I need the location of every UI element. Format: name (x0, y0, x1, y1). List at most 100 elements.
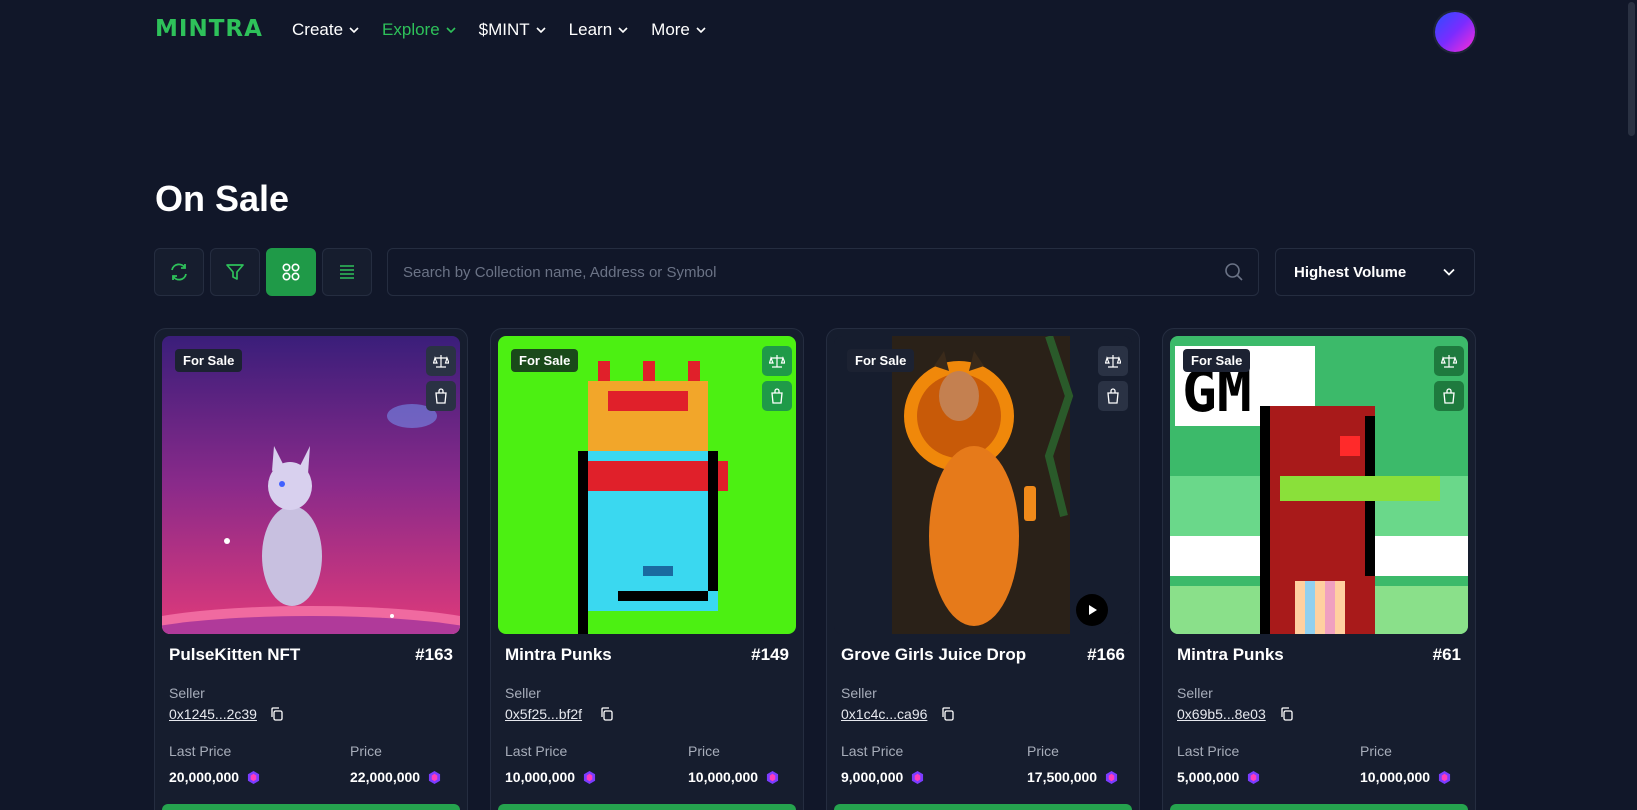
cart-button[interactable] (762, 381, 792, 411)
refresh-button[interactable] (154, 248, 204, 296)
search-input[interactable] (403, 249, 1203, 295)
last-price-value: 10,000,000 (505, 769, 596, 785)
buy-button[interactable] (162, 804, 460, 810)
copy-icon[interactable] (941, 707, 955, 721)
filter-button[interactable] (210, 248, 260, 296)
search-icon[interactable] (1224, 262, 1244, 282)
chevron-down-icon (618, 27, 628, 34)
copy-icon[interactable] (1280, 707, 1294, 721)
buy-button[interactable] (1170, 804, 1468, 810)
pulse-token-icon (248, 770, 260, 784)
nft-collection-name[interactable]: Mintra Punks (1177, 645, 1284, 665)
nav-more[interactable]: More (651, 20, 706, 40)
for-sale-badge: For Sale (175, 349, 243, 372)
seller-address-link[interactable]: 0x69b5...8e03 (1177, 706, 1266, 722)
nav-explore[interactable]: Explore (382, 20, 456, 40)
last-price-value: 5,000,000 (1177, 769, 1260, 785)
price-label: Price (1027, 743, 1059, 759)
pulse-token-icon (1248, 770, 1260, 784)
buy-button[interactable] (834, 804, 1132, 810)
price-label: Price (688, 743, 720, 759)
last-price-label: Last Price (1177, 743, 1240, 759)
price-amount: 17,500,000 (1027, 769, 1098, 785)
scale-icon (1441, 355, 1457, 368)
nft-collection-name[interactable]: Grove Girls Juice Drop (841, 645, 1026, 665)
seller-address-link[interactable]: 0x1c4c...ca96 (841, 706, 927, 722)
cart-button[interactable] (1098, 381, 1128, 411)
copy-icon[interactable] (600, 707, 614, 721)
price-value: 10,000,000 (1360, 769, 1451, 785)
scrollbar-thumb[interactable] (1628, 2, 1635, 136)
for-sale-badge: For Sale (1183, 349, 1251, 372)
kitten-in-space-image (162, 336, 460, 634)
orange-tiger-girl-image (834, 336, 1132, 634)
nav-mint-label: $MINT (478, 20, 530, 39)
nav-create[interactable]: Create (292, 20, 359, 40)
cart-button[interactable] (1434, 381, 1464, 411)
last-price-value: 20,000,000 (169, 769, 260, 785)
pulse-token-icon (912, 770, 924, 784)
seller-address-link[interactable]: 0x5f25...bf2f (505, 706, 582, 722)
compare-button[interactable] (762, 346, 792, 376)
nft-image-gm-punk[interactable]: GM For Sale (1170, 336, 1468, 634)
nft-image-kitten[interactable]: For Sale (162, 336, 460, 634)
nft-card[interactable]: For Sale PulseKitten NFT #163 Seller 0x1… (154, 328, 468, 810)
cart-button[interactable] (426, 381, 456, 411)
bag-icon (1107, 388, 1119, 404)
pulse-token-icon (1439, 770, 1451, 784)
pulse-token-icon (1106, 770, 1118, 784)
nav-create-label: Create (292, 20, 344, 39)
nft-card[interactable]: For Sale Grove Girls Juice Drop #166 Sel… (826, 328, 1140, 810)
seller-label: Seller (841, 685, 877, 701)
last-price-label: Last Price (505, 743, 568, 759)
nav-learn[interactable]: Learn (569, 20, 628, 40)
sort-dropdown[interactable]: Highest Volume (1275, 248, 1475, 296)
refresh-icon (171, 263, 187, 281)
last-price-label: Last Price (169, 743, 232, 759)
nav-explore-label: Explore (382, 20, 440, 39)
mintra-logo[interactable]: MINTRA (155, 16, 263, 42)
nft-token-id: #61 (1432, 645, 1461, 664)
nft-token-id: #163 (415, 645, 453, 664)
top-header: MINTRA Create Explore $MINT Learn More (0, 0, 1637, 64)
price-value: 22,000,000 (350, 769, 441, 785)
last-price-amount: 5,000,000 (1177, 769, 1240, 785)
bag-icon (1443, 388, 1455, 404)
scale-icon (1105, 355, 1121, 368)
nft-collection-name[interactable]: Mintra Punks (505, 645, 612, 665)
for-sale-badge: For Sale (511, 349, 579, 372)
user-avatar[interactable] (1435, 12, 1475, 52)
seller-label: Seller (505, 685, 541, 701)
list-view-button[interactable] (322, 248, 372, 296)
pulse-token-icon (767, 770, 779, 784)
pixel-gm-punk-image: GM (1170, 336, 1468, 634)
sort-selected-label: Highest Volume (1294, 263, 1407, 281)
play-video-button[interactable] (1076, 594, 1108, 626)
compare-button[interactable] (1098, 346, 1128, 376)
scale-icon (433, 355, 449, 368)
price-value: 17,500,000 (1027, 769, 1118, 785)
grid-view-button[interactable] (266, 248, 316, 296)
compare-button[interactable] (1434, 346, 1464, 376)
nft-image-punk[interactable]: For Sale (498, 336, 796, 634)
nft-collection-name[interactable]: PulseKitten NFT (169, 645, 300, 665)
last-price-value: 9,000,000 (841, 769, 924, 785)
nft-card[interactable]: For Sale Mintra Punks #149 Seller 0x5f25… (490, 328, 804, 810)
nav-mint[interactable]: $MINT (479, 20, 546, 40)
chevron-down-icon (536, 27, 546, 34)
last-price-amount: 20,000,000 (169, 769, 240, 785)
nft-image-grove-girl[interactable]: For Sale (834, 336, 1132, 634)
page-scrollbar[interactable] (1625, 0, 1637, 810)
list-view-icon (340, 265, 354, 279)
bag-icon (435, 388, 447, 404)
copy-icon[interactable] (270, 707, 284, 721)
last-price-label: Last Price (841, 743, 904, 759)
price-amount: 10,000,000 (688, 769, 759, 785)
nft-card[interactable]: GM For Sale Mintra Punks #61 Seller 0x69… (1162, 328, 1476, 810)
bag-icon (771, 388, 783, 404)
main-nav: Create Explore $MINT Learn More (292, 20, 729, 40)
buy-button[interactable] (498, 804, 796, 810)
seller-address-link[interactable]: 0x1245...2c39 (169, 706, 257, 722)
chevron-down-icon (1443, 268, 1455, 276)
compare-button[interactable] (426, 346, 456, 376)
